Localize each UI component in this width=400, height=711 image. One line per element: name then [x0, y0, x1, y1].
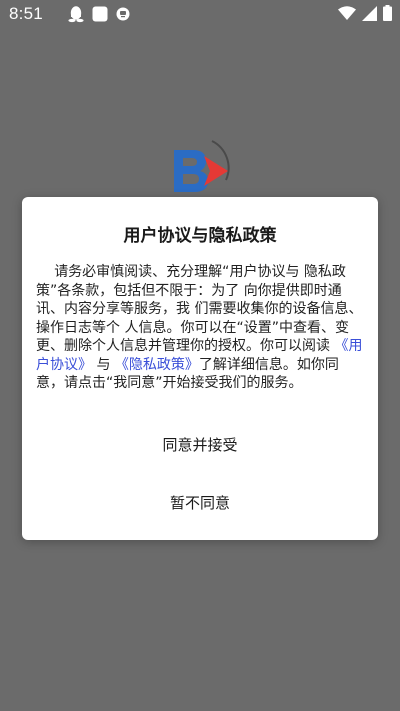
notification-icons [68, 5, 130, 23]
dialog-title: 用户协议与隐私政策 [123, 226, 277, 246]
dialog-body-text: 请务必审慎阅读、充分理解“用户协议与 隐私政策”各条款，包括但不限于：为了 向你… [36, 263, 366, 393]
privacy-dialog: 用户协议与隐私政策 请务必审慎阅读、充分理解“用户协议与 隐私政策”各条款，包括… [22, 197, 378, 540]
square-app-icon [92, 6, 108, 22]
system-icons [338, 5, 392, 21]
app-logo [168, 136, 240, 198]
battery-icon [383, 5, 392, 21]
status-bar: 8:51 [0, 0, 400, 28]
hd-badge-icon [116, 7, 130, 21]
body-text-part1: 请务必审慎阅读、充分理解“用户协议与 隐私政策”各条款，包括但不限于：为了 向你… [36, 264, 363, 354]
qq-icon [68, 5, 84, 23]
cellular-signal-icon [362, 5, 377, 21]
decline-button[interactable]: 暂不同意 [22, 483, 378, 523]
status-time: 8:51 [9, 4, 43, 23]
body-text-part2: 与 [92, 356, 115, 373]
accept-button[interactable]: 同意并接受 [22, 425, 378, 465]
privacy-policy-link[interactable]: 《隐私政策》 [115, 357, 199, 373]
wifi-icon [338, 6, 356, 20]
